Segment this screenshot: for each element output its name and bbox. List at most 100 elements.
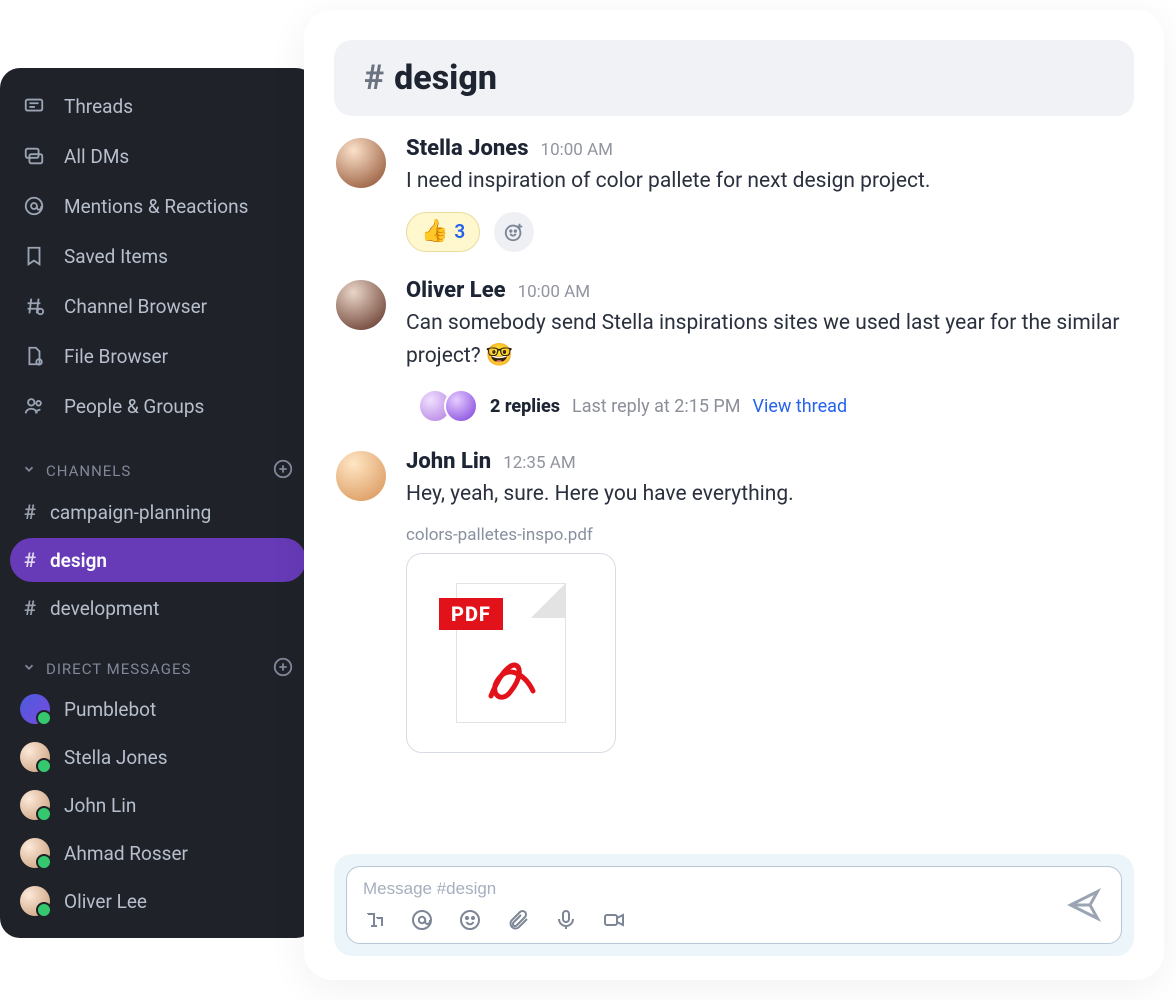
file-browser-icon bbox=[22, 344, 46, 368]
thread-summary[interactable]: 2 replies Last reply at 2:15 PM View thr… bbox=[418, 389, 1128, 423]
thread-avatars bbox=[418, 389, 478, 423]
dm-label: Oliver Lee bbox=[64, 890, 147, 913]
message-author[interactable]: Oliver Lee bbox=[406, 278, 506, 303]
add-reaction-button[interactable] bbox=[494, 212, 534, 252]
mention-icon bbox=[410, 908, 434, 932]
reaction-thumbs-up[interactable]: 👍 3 bbox=[406, 212, 480, 252]
nerd-face-icon: 🤓 bbox=[486, 343, 513, 368]
dm-label: Ahmad Rosser bbox=[64, 842, 188, 865]
channel-title: design bbox=[394, 58, 497, 98]
add-emoji-icon bbox=[503, 221, 525, 243]
message-text: I need inspiration of color pallete for … bbox=[406, 165, 1128, 198]
message-author[interactable]: John Lin bbox=[406, 449, 491, 474]
channel-label: design bbox=[50, 549, 107, 572]
message-author[interactable]: Stella Jones bbox=[406, 136, 529, 161]
nav-label: Saved Items bbox=[64, 245, 168, 268]
mention-icon bbox=[22, 194, 46, 218]
message-list: Stella Jones 10:00 AM I need inspiration… bbox=[334, 136, 1134, 854]
reaction-count: 3 bbox=[454, 220, 465, 243]
nav-label: Threads bbox=[64, 95, 133, 118]
emoji-button[interactable] bbox=[457, 907, 483, 933]
view-thread-link[interactable]: View thread bbox=[753, 396, 848, 417]
pdf-badge: PDF bbox=[439, 598, 503, 630]
nav-mentions[interactable]: Mentions & Reactions bbox=[10, 186, 306, 226]
formatting-button[interactable] bbox=[361, 907, 387, 933]
chevron-down-icon[interactable] bbox=[22, 462, 36, 480]
hash-icon: # bbox=[24, 596, 36, 620]
avatar bbox=[444, 389, 478, 423]
message-time: 10:00 AM bbox=[518, 282, 590, 302]
dm-ahmad-rosser[interactable]: Ahmad Rosser bbox=[10, 832, 306, 874]
nav-label: Mentions & Reactions bbox=[64, 195, 248, 218]
audio-button[interactable] bbox=[553, 907, 579, 933]
channels-header-label: CHANNELS bbox=[46, 462, 131, 480]
main-panel: # design Stella Jones 10:00 AM I need in… bbox=[304, 10, 1164, 980]
bookmark-icon bbox=[22, 244, 46, 268]
channel-browser-icon bbox=[22, 294, 46, 318]
avatar[interactable] bbox=[334, 136, 388, 190]
composer bbox=[346, 866, 1122, 944]
video-button[interactable] bbox=[601, 907, 627, 933]
hash-icon: # bbox=[364, 58, 384, 98]
message: John Lin 12:35 AM Hey, yeah, sure. Here … bbox=[334, 449, 1128, 753]
nav-label: People & Groups bbox=[64, 395, 204, 418]
dm-pumblebot[interactable]: Pumblebot bbox=[10, 688, 306, 730]
avatar bbox=[20, 694, 50, 724]
emoji-icon bbox=[458, 908, 482, 932]
channel-header[interactable]: # design bbox=[334, 40, 1134, 116]
text-format-icon bbox=[362, 908, 386, 932]
nav-threads[interactable]: Threads bbox=[10, 86, 306, 126]
channel-campaign-planning[interactable]: # campaign-planning bbox=[10, 490, 306, 534]
nav-people-groups[interactable]: People & Groups bbox=[10, 386, 306, 426]
avatar[interactable] bbox=[334, 278, 388, 332]
send-button[interactable] bbox=[1061, 882, 1107, 928]
nav-label: All DMs bbox=[64, 145, 129, 168]
thread-last-reply: Last reply at 2:15 PM bbox=[572, 396, 740, 417]
pdf-file-icon: PDF bbox=[456, 583, 566, 723]
chevron-down-icon[interactable] bbox=[22, 660, 36, 678]
message: Stella Jones 10:00 AM I need inspiration… bbox=[334, 136, 1128, 252]
avatar bbox=[20, 838, 50, 868]
nav-channel-browser[interactable]: Channel Browser bbox=[10, 286, 306, 326]
hash-icon: # bbox=[24, 500, 36, 524]
channel-design[interactable]: # design bbox=[10, 538, 306, 582]
threads-icon bbox=[22, 94, 46, 118]
send-icon bbox=[1066, 887, 1102, 923]
message-input[interactable] bbox=[361, 875, 1107, 901]
nav-label: File Browser bbox=[64, 345, 168, 368]
sidebar: Threads All DMs Mentions & Reactions Sav… bbox=[0, 68, 316, 938]
attachment-filename: colors-palletes-inspo.pdf bbox=[406, 525, 1128, 545]
people-icon bbox=[22, 394, 46, 418]
channel-label: campaign-planning bbox=[50, 501, 211, 524]
dm-oliver-lee[interactable]: Oliver Lee bbox=[10, 880, 306, 922]
add-channel-button[interactable] bbox=[272, 458, 294, 484]
dm-header: DIRECT MESSAGES bbox=[10, 634, 306, 688]
avatar bbox=[20, 742, 50, 772]
avatar bbox=[20, 886, 50, 916]
nav-all-dms[interactable]: All DMs bbox=[10, 136, 306, 176]
attach-button[interactable] bbox=[505, 907, 531, 933]
nav-label: Channel Browser bbox=[64, 295, 207, 318]
thumbs-up-icon: 👍 bbox=[421, 219, 448, 244]
channel-label: development bbox=[50, 597, 159, 620]
message-text: Hey, yeah, sure. Here you have everythin… bbox=[406, 478, 1128, 511]
new-dm-button[interactable] bbox=[272, 656, 294, 682]
message-time: 12:35 AM bbox=[503, 453, 575, 473]
dm-john-lin[interactable]: John Lin bbox=[10, 784, 306, 826]
channel-development[interactable]: # development bbox=[10, 586, 306, 630]
dm-label: John Lin bbox=[64, 794, 136, 817]
attachment-card[interactable]: PDF bbox=[406, 553, 616, 753]
nav-saved[interactable]: Saved Items bbox=[10, 236, 306, 276]
avatar[interactable] bbox=[334, 449, 388, 503]
dms-icon bbox=[22, 144, 46, 168]
thread-reply-count: 2 replies bbox=[490, 396, 560, 417]
avatar bbox=[20, 790, 50, 820]
nav-file-browser[interactable]: File Browser bbox=[10, 336, 306, 376]
paperclip-icon bbox=[506, 908, 530, 932]
message-time: 10:00 AM bbox=[541, 140, 613, 160]
channels-header: CHANNELS bbox=[10, 436, 306, 490]
dm-stella-jones[interactable]: Stella Jones bbox=[10, 736, 306, 778]
hash-icon: # bbox=[24, 548, 36, 572]
mention-button[interactable] bbox=[409, 907, 435, 933]
message-text: Can somebody send Stella inspirations si… bbox=[406, 307, 1128, 374]
